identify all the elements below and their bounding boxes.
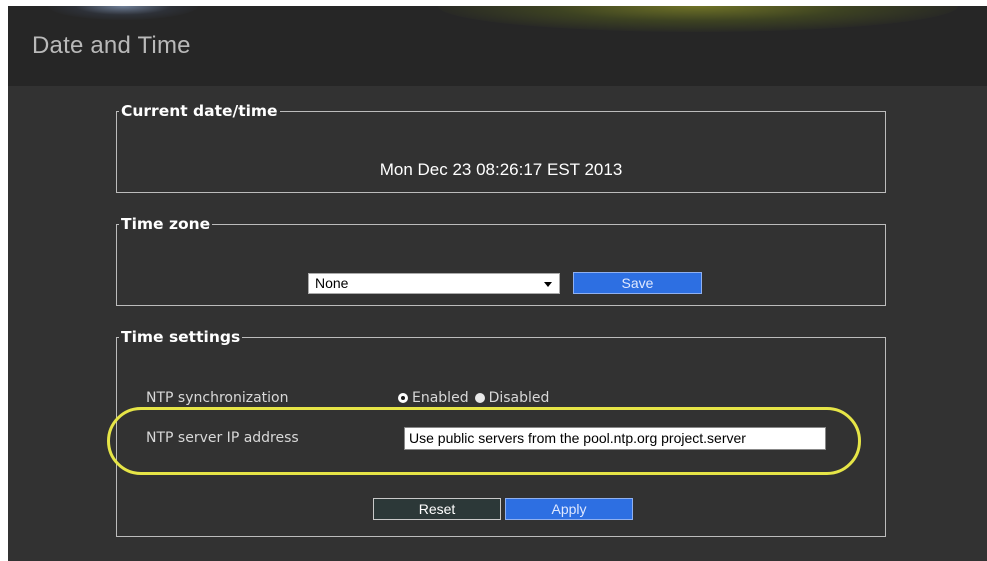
current-datetime-section: Current date/time Mon Dec 23 08:26:17 ES… xyxy=(116,102,886,193)
timezone-selected-value: None xyxy=(315,275,349,291)
ntp-server-ip-label: NTP server IP address xyxy=(146,430,299,446)
settings-panel: Date and Time Current date/time Mon Dec … xyxy=(8,6,987,561)
reset-button[interactable]: Reset xyxy=(373,498,501,520)
page-title: Date and Time xyxy=(32,32,191,59)
timezone-section: Time zone None Save xyxy=(116,215,886,306)
current-datetime-value: Mon Dec 23 08:26:17 EST 2013 xyxy=(379,160,623,179)
chevron-down-icon xyxy=(544,282,552,287)
ntp-sync-radio-group: Enabled Disabled xyxy=(398,390,549,406)
timezone-select[interactable]: None xyxy=(308,273,560,294)
ntp-disabled-option[interactable]: Disabled xyxy=(474,390,550,406)
radio-checked-icon[interactable] xyxy=(398,393,408,403)
time-settings-section: Time settings NTP synchronization Enable… xyxy=(107,328,886,537)
time-settings-legend: Time settings xyxy=(121,328,241,346)
ntp-disabled-label: Disabled xyxy=(488,390,550,406)
ntp-enabled-label: Enabled xyxy=(412,390,469,406)
current-datetime-legend: Current date/time xyxy=(121,102,278,120)
header-glow-left xyxy=(48,6,198,20)
ntp-sync-label: NTP synchronization xyxy=(146,390,289,406)
ntp-server-ip-input[interactable]: Use public servers from the pool.ntp.org… xyxy=(404,427,826,450)
header-glow-right xyxy=(438,6,958,32)
page-header: Date and Time xyxy=(8,6,987,86)
apply-button[interactable]: Apply xyxy=(505,498,633,520)
save-button[interactable]: Save xyxy=(573,272,702,294)
radio-unchecked-icon[interactable] xyxy=(474,393,485,403)
timezone-legend: Time zone xyxy=(121,215,211,233)
ntp-enabled-option[interactable]: Enabled xyxy=(398,390,469,406)
